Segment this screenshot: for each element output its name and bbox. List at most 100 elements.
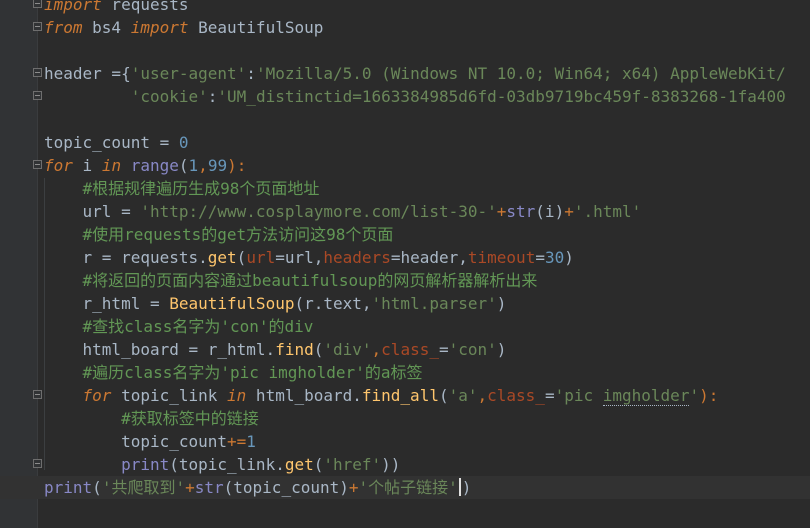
operator: +	[496, 202, 507, 221]
parameter-name: class_	[381, 340, 439, 359]
code-text: )	[496, 294, 507, 313]
builtin-function: print	[44, 478, 93, 497]
code-line-5[interactable]: 'cookie':'UM_distinctid=1663384985d6fd-0…	[0, 85, 810, 108]
method-name: find_all	[361, 386, 439, 405]
code-text: r_html =	[44, 294, 170, 313]
code-text: (topic_count)	[223, 478, 349, 497]
string-literal: '个帖子链接'	[358, 478, 458, 497]
string-literal: '	[689, 386, 700, 405]
code-line-9[interactable]: #根据规律遍历生成98个页面地址	[0, 177, 810, 200]
fold-marker-icon[interactable]	[33, 22, 42, 31]
keyword: in	[101, 156, 122, 175]
code-text: )	[564, 248, 574, 267]
code-text: =url,	[275, 248, 324, 267]
code-line-21[interactable]: print(topic_link.get('href'))	[0, 453, 810, 476]
string-literal: 'con'	[448, 340, 497, 359]
string-literal: 'div'	[323, 340, 372, 359]
code-area[interactable]: import requests from bs4 import Beautifu…	[0, 0, 810, 499]
code-line-4[interactable]: header ={'user-agent':'Mozilla/5.0 (Wind…	[0, 62, 810, 85]
code-line-10[interactable]: url = 'http://www.cosplaymore.com/list-3…	[0, 200, 810, 223]
keyword: for	[44, 156, 73, 175]
string-literal: '共爬取到'	[101, 478, 186, 497]
code-text: (	[438, 386, 449, 405]
code-text: i	[72, 156, 102, 175]
code-line-8[interactable]: for i in range(1,99):	[0, 154, 810, 177]
code-line-19[interactable]: #获取标签中的链接	[0, 407, 810, 430]
fold-marker-icon[interactable]	[33, 390, 42, 399]
string-literal: 'Mozilla/5.0 (Windows NT 10.0; Win64; x6…	[255, 64, 786, 83]
text-caret	[458, 478, 461, 496]
string-literal: 'href'	[323, 455, 382, 474]
number-literal: 0	[178, 133, 189, 152]
code-text: (topic_link.	[169, 455, 285, 474]
comment: #使用requests的get方法访问这98个页面	[82, 225, 394, 244]
fold-marker-icon[interactable]	[33, 459, 42, 468]
code-text: topic_count =	[44, 133, 179, 152]
class-call: BeautifulSoup	[169, 294, 295, 313]
code-line-18[interactable]: for topic_link in html_board.find_all('a…	[0, 384, 810, 407]
code-text: =	[438, 340, 449, 359]
number-literal: 30	[544, 248, 565, 267]
code-text: ,	[477, 386, 488, 405]
code-text: BeautifulSoup	[188, 18, 324, 37]
code-text: requests	[101, 0, 189, 14]
fold-marker-icon[interactable]	[33, 91, 42, 100]
parameter-name: class_	[487, 386, 545, 405]
code-line-7[interactable]: topic_count = 0	[0, 131, 810, 154]
string-literal: 'UM_distinctid=1663384985d6fd-03db9719bc…	[217, 87, 786, 106]
comment: #遍历class名字为'pic imgholder'的a标签	[82, 363, 423, 382]
keyword: from	[44, 18, 83, 37]
code-text: topic_link	[111, 386, 228, 405]
code-line-11[interactable]: #使用requests的get方法访问这98个页面	[0, 223, 810, 246]
fold-marker-icon[interactable]	[33, 68, 42, 77]
code-text: =	[535, 248, 545, 267]
code-line-17[interactable]: #遍历class名字为'pic imgholder'的a标签	[0, 361, 810, 384]
code-line-22[interactable]: print('共爬取到'+str(topic_count)+'个帖子链接')	[0, 476, 810, 499]
fold-marker-icon[interactable]	[33, 160, 42, 169]
string-literal: imgholder	[602, 386, 690, 406]
keyword: import	[130, 18, 189, 37]
string-literal: '.html'	[573, 202, 642, 221]
keyword: import	[44, 0, 102, 14]
code-line-3[interactable]	[0, 39, 810, 62]
code-text: :	[207, 87, 218, 106]
code-text: (	[313, 455, 324, 474]
code-editor[interactable]: import requests from bs4 import Beautifu…	[0, 0, 810, 528]
code-text: (	[236, 248, 247, 267]
fold-marker-icon[interactable]	[33, 0, 42, 8]
keyword: in	[227, 386, 247, 405]
comment: #根据规律遍历生成98个页面地址	[82, 179, 320, 198]
code-text: topic_count	[44, 432, 228, 451]
method-name: get	[284, 455, 314, 474]
code-line-1[interactable]: import requests	[0, 0, 810, 16]
code-line-20[interactable]: topic_count+=1	[0, 430, 810, 453]
code-line-16[interactable]: html_board = r_html.find('div',class_='c…	[0, 338, 810, 361]
parameter-name: headers	[323, 248, 391, 267]
code-line-15[interactable]: #查找class名字为'con'的div	[0, 315, 810, 338]
code-line-13[interactable]: #将返回的页面内容通过beautifulsoup的网页解析器解析出来	[0, 269, 810, 292]
code-text: )	[496, 340, 507, 359]
code-text: bs4	[82, 18, 131, 37]
code-text: )	[461, 478, 472, 497]
code-line-14[interactable]: r_html = BeautifulSoup(r.text,'html.pars…	[0, 292, 810, 315]
parameter-name: timeout	[467, 248, 536, 267]
string-literal: 'pic	[554, 386, 603, 405]
code-text: header =	[44, 64, 122, 83]
code-text: (r.text,	[294, 294, 372, 313]
parameter-name: url	[246, 248, 276, 267]
code-line-12[interactable]: r = requests.get(url=url,headers=header,…	[0, 246, 810, 269]
comment: #将返回的页面内容通过beautifulsoup的网页解析器解析出来	[82, 271, 538, 290]
code-line-2[interactable]: from bs4 import BeautifulSoup	[0, 16, 810, 39]
comment: #获取标签中的链接	[121, 409, 259, 428]
code-text: ):	[227, 156, 247, 175]
builtin-function: str	[194, 478, 224, 497]
code-line-6[interactable]	[0, 108, 810, 131]
code-text: ,	[371, 340, 382, 359]
code-text: ,	[198, 156, 208, 175]
